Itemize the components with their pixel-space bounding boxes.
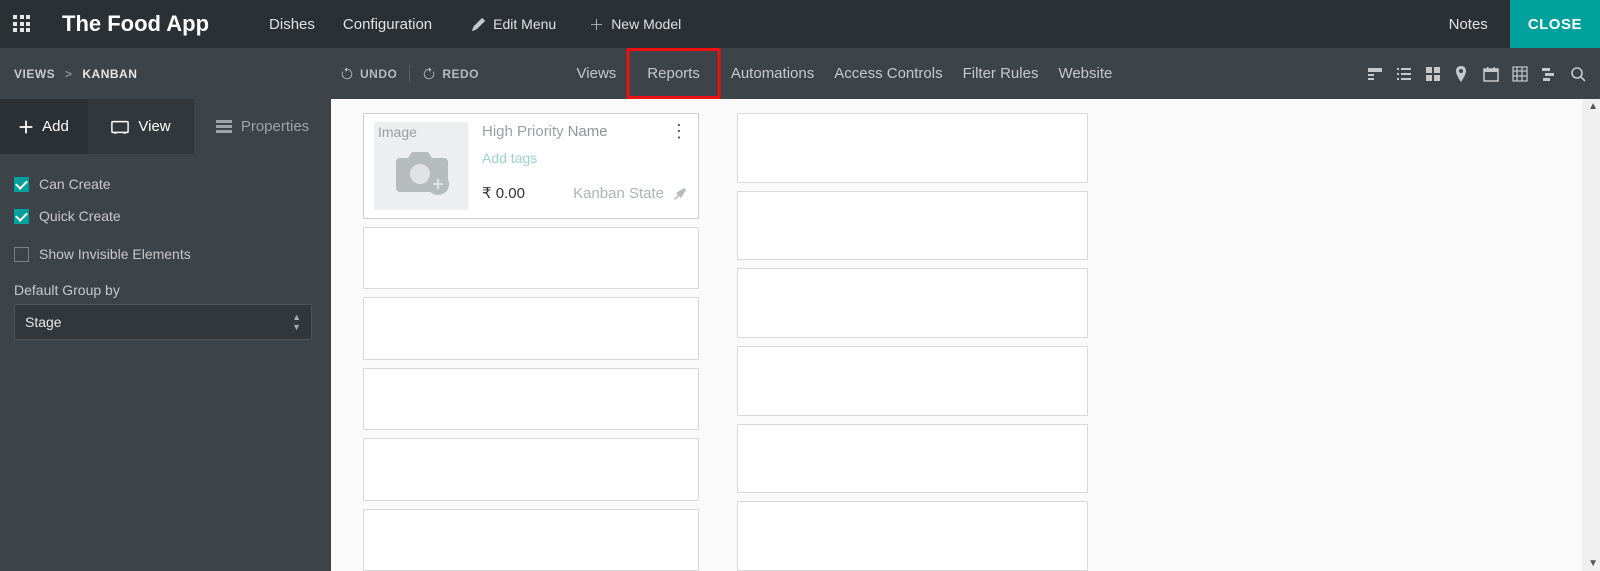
notes-button[interactable]: Notes	[1427, 16, 1510, 33]
side-tab-view[interactable]: View	[88, 99, 194, 154]
option-can-create[interactable]: Can Create	[14, 176, 317, 192]
top-bar: The Food App Dishes Configuration Edit M…	[0, 0, 1600, 48]
kanban-card-placeholder[interactable]	[737, 501, 1088, 571]
undo-redo-group: UNDO REDO	[340, 65, 479, 83]
option-quick-create[interactable]: Quick Create	[14, 208, 317, 224]
pivot-view-icon[interactable]	[1512, 66, 1528, 82]
tab-automations[interactable]: Automations	[721, 48, 824, 99]
app-title: The Food App	[62, 11, 209, 37]
scroll-up-icon[interactable]: ▲	[1588, 101, 1598, 112]
side-tabs: Add View Properties	[0, 99, 331, 154]
redo-button[interactable]: REDO	[422, 67, 479, 81]
kanban-card-placeholder[interactable]	[363, 438, 699, 500]
kanban-card-placeholder[interactable]	[737, 268, 1088, 338]
gantt-view-icon[interactable]	[1541, 66, 1557, 82]
breadcrumb-current: KANBAN	[82, 67, 137, 81]
edit-menu[interactable]: Edit Menu	[472, 16, 556, 32]
side-options: Can Create Quick Create Show Invisible E…	[0, 154, 331, 340]
side-tab-properties[interactable]: Properties	[194, 99, 331, 154]
kanban-canvas: Image High	[331, 99, 1600, 571]
new-model-label: New Model	[611, 16, 681, 32]
kebab-icon[interactable]: ⋮	[670, 122, 688, 140]
sub-bar: VIEWS > KANBAN UNDO REDO Views Reports A…	[0, 48, 1600, 99]
checkbox-quick-create[interactable]	[14, 209, 29, 224]
tab-website[interactable]: Website	[1048, 48, 1122, 99]
menu-dishes[interactable]: Dishes	[269, 16, 315, 33]
kanban-card-placeholder[interactable]	[363, 297, 699, 359]
search-icon[interactable]	[1570, 66, 1586, 82]
scroll-down-icon[interactable]: ▼	[1588, 558, 1598, 569]
view-switcher	[1367, 66, 1586, 82]
checkbox-show-invisible[interactable]	[14, 247, 29, 262]
kanban-card-placeholder[interactable]	[363, 368, 699, 430]
card-kanban-state-label: Kanban State	[573, 185, 664, 202]
chevron-up-down-icon: ▲▼	[292, 313, 301, 332]
kanban-card-placeholder[interactable]	[363, 227, 699, 289]
card-name: Name	[568, 123, 608, 140]
select-default-group-by[interactable]: Stage ▲▼	[14, 304, 312, 340]
kanban-card-placeholder[interactable]	[737, 113, 1088, 183]
card-price: ₹ 0.00	[482, 184, 525, 202]
option-show-invisible[interactable]: Show Invisible Elements	[14, 246, 317, 262]
form-view-icon[interactable]	[1367, 66, 1383, 82]
undo-button[interactable]: UNDO	[340, 67, 397, 81]
kanban-card-placeholder[interactable]	[737, 424, 1088, 494]
tab-views[interactable]: Views	[567, 48, 627, 99]
workspace: Add View Properties Can Create Quick Cre…	[0, 99, 1600, 571]
card-high-priority: High Priority	[482, 123, 564, 140]
calendar-view-icon[interactable]	[1483, 66, 1499, 82]
image-placeholder[interactable]: Image	[374, 122, 468, 210]
kanban-column: Image High	[363, 113, 699, 571]
apps-icon[interactable]	[0, 0, 44, 48]
kanban-card-placeholder[interactable]	[737, 346, 1088, 416]
menu-configuration[interactable]: Configuration	[343, 16, 432, 33]
tab-filter-rules[interactable]: Filter Rules	[953, 48, 1049, 99]
kanban-board: Image High	[331, 99, 1600, 571]
checkbox-can-create[interactable]	[14, 177, 29, 192]
kanban-card-placeholder[interactable]	[737, 191, 1088, 261]
tab-access-controls[interactable]: Access Controls	[824, 48, 952, 99]
new-model[interactable]: New Model	[590, 16, 681, 32]
breadcrumb-sep: >	[65, 67, 73, 81]
kanban-column	[737, 113, 1088, 571]
sidebar: Add View Properties Can Create Quick Cre…	[0, 99, 331, 571]
top-menu: Dishes Configuration	[269, 0, 432, 48]
label-default-group-by: Default Group by	[14, 282, 317, 298]
tab-reports[interactable]: Reports	[626, 48, 721, 99]
camera-icon	[390, 146, 454, 201]
close-button[interactable]: CLOSE	[1510, 0, 1600, 48]
divider	[409, 65, 410, 83]
kanban-card[interactable]: Image High	[363, 113, 699, 219]
breadcrumb-root[interactable]: VIEWS	[14, 67, 55, 81]
center-tabs: Views Reports Automations Access Control…	[567, 48, 1123, 99]
pin-icon[interactable]	[672, 186, 688, 200]
map-view-icon[interactable]	[1454, 66, 1470, 82]
card-add-tags[interactable]: Add tags	[482, 150, 688, 166]
side-tab-add[interactable]: Add	[0, 99, 88, 154]
kanban-view-icon[interactable]	[1425, 66, 1441, 82]
list-view-icon[interactable]	[1396, 66, 1412, 82]
scrollbar[interactable]: ▲ ▼	[1582, 99, 1600, 571]
card-content: High Priority Name ⋮ Add tags ₹ 0.00 Kan…	[482, 122, 688, 210]
breadcrumb: VIEWS > KANBAN	[14, 67, 137, 81]
edit-menu-label: Edit Menu	[493, 16, 556, 32]
kanban-card-placeholder[interactable]	[363, 509, 699, 571]
